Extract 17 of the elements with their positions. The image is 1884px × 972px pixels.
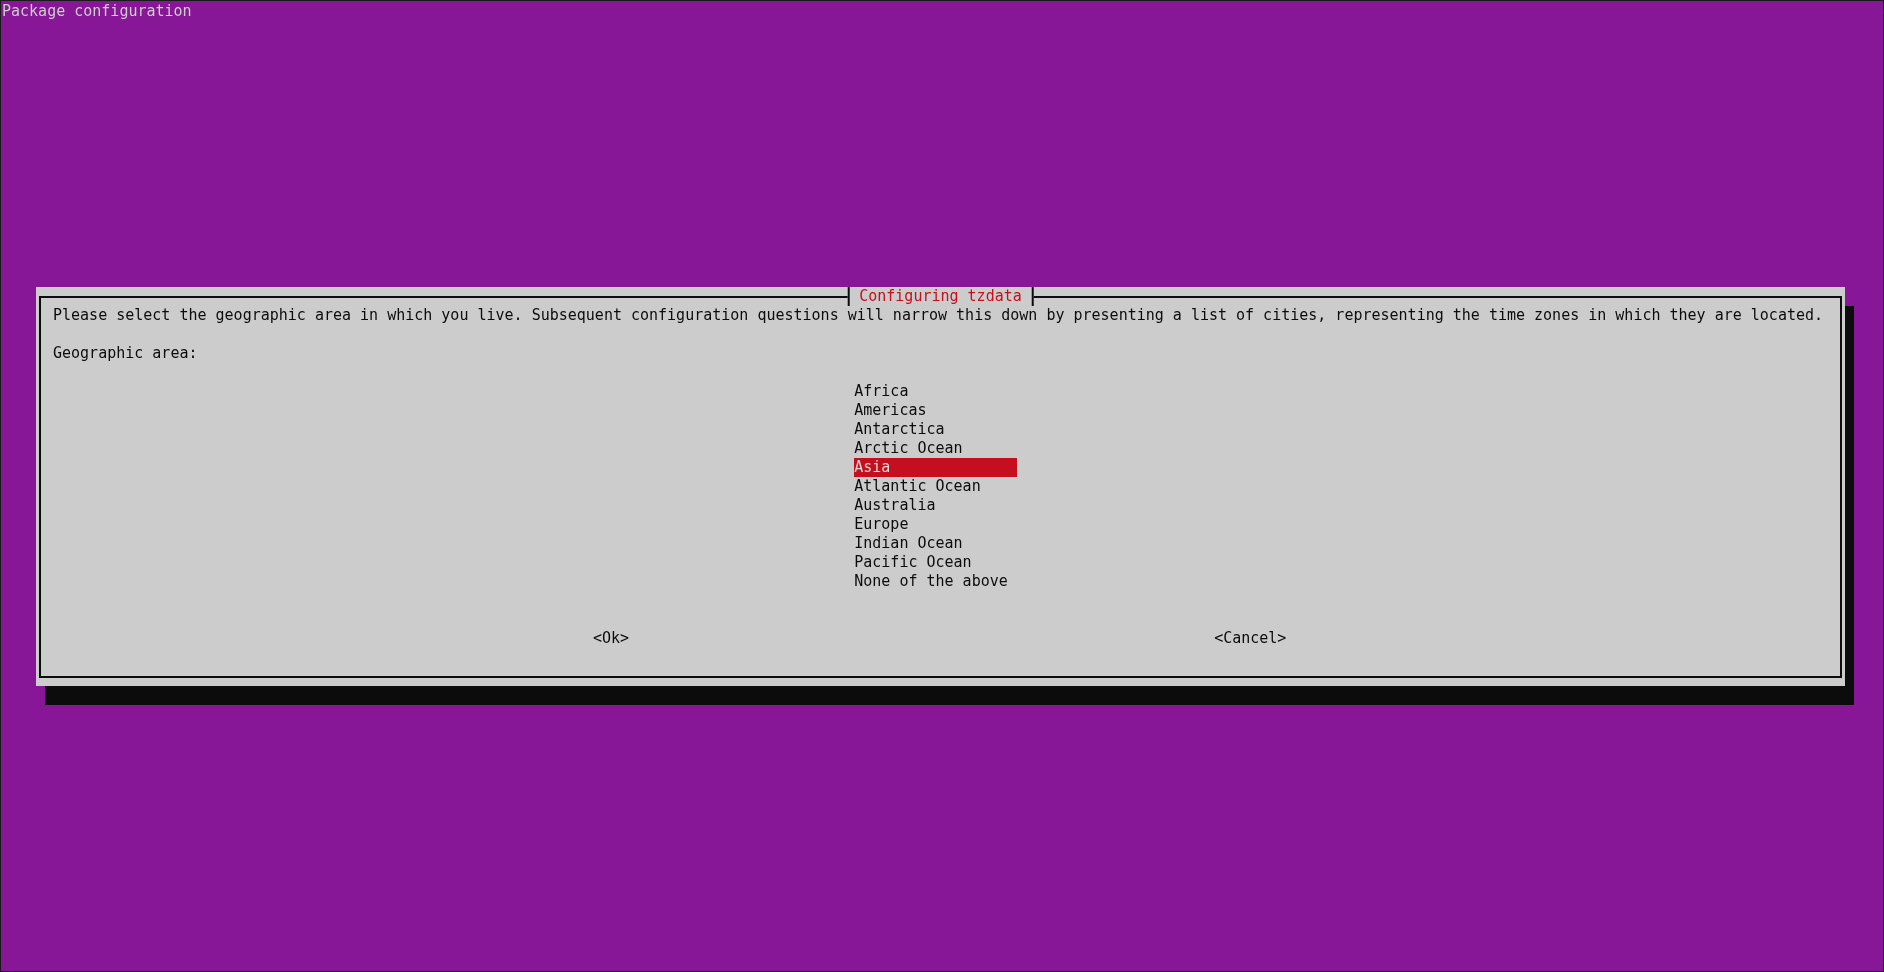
menu-item[interactable]: Pacific Ocean [854,553,1017,572]
dialog-message: Please select the geographic area in which you live. Subsequent configuration questions will narrow this down by presenting a list of cities, representing the time zones in which they are located. [53,306,1824,325]
window-title: Package configuration [1,2,192,21]
menu-prompt: Geographic area: [53,344,198,363]
menu-item[interactable]: Africa [854,382,1017,401]
cancel-button[interactable]: <Cancel> [1214,629,1287,648]
dialog-title: Configuring tzdata [847,287,1034,306]
menu-item[interactable]: Indian Ocean [854,534,1017,553]
menu-item[interactable]: None of the above [854,572,1017,591]
menu-item[interactable]: Europe [854,515,1017,534]
ok-button[interactable]: <Ok> [593,629,630,648]
menu-item[interactable]: Asia [854,458,1017,477]
menu-item[interactable]: Australia [854,496,1017,515]
menu-item[interactable]: Americas [854,401,1017,420]
menu-item[interactable]: Atlantic Ocean [854,477,1017,496]
menu-item[interactable]: Antarctica [854,420,1017,439]
menu-item[interactable]: Arctic Ocean [854,439,1017,458]
